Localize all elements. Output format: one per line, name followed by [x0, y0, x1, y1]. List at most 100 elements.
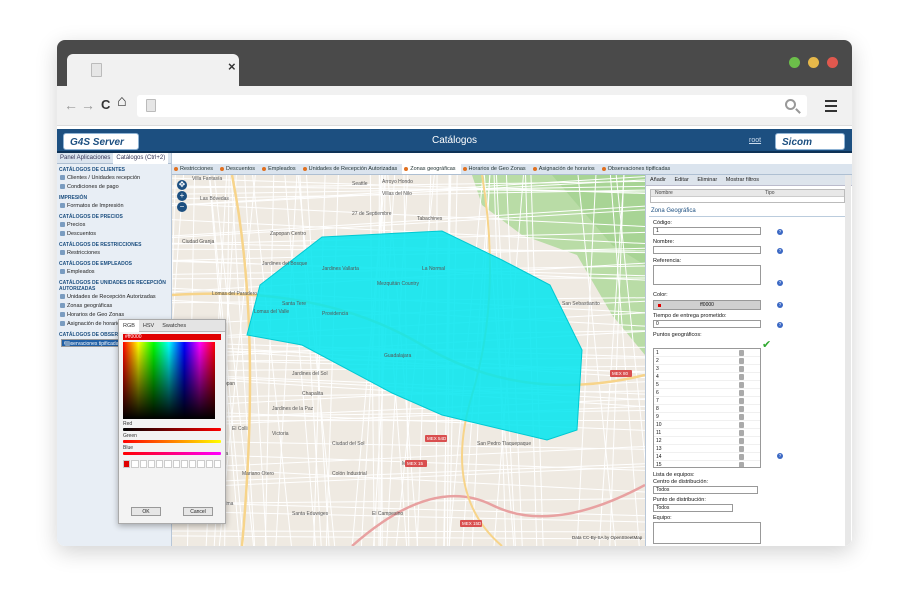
check-icon[interactable]: ✔ — [762, 338, 771, 351]
main-tab[interactable]: Descuentos — [218, 164, 260, 174]
main-tab[interactable]: Zonas geográficas — [402, 164, 461, 174]
map-attribution[interactable]: Data CC-By-SA by OpenStreetMap — [572, 535, 642, 540]
help-icon[interactable]: ? — [777, 322, 783, 328]
main-tab[interactable]: Restricciones — [172, 164, 218, 174]
sidebar-item[interactable]: Zonas geográficas — [57, 302, 171, 311]
main-tab[interactable]: Empleados — [260, 164, 301, 174]
referencia-input[interactable] — [653, 265, 761, 285]
show-filters-button[interactable]: Mostrar filtros — [726, 177, 759, 183]
map-label: Colón Industrial — [332, 471, 367, 477]
browser-toolbar: ← → C ⌂ — [57, 86, 852, 126]
red-slider[interactable] — [123, 428, 221, 431]
punto-select[interactable]: Todos — [653, 504, 733, 512]
sidebar-item[interactable]: Observaciones tipificadas — [61, 339, 124, 347]
panel-scrollbar[interactable] — [845, 175, 851, 546]
tiempo-label: Tiempo de entrega prometido: — [653, 313, 727, 319]
color-square[interactable] — [123, 342, 215, 419]
cancel-button[interactable]: Cancel — [183, 507, 213, 516]
blue-slider[interactable] — [123, 452, 221, 455]
main-tab[interactable]: Horarios de Geo Zonas — [461, 164, 531, 174]
tab-rgb[interactable]: RGB — [119, 320, 139, 332]
point-row[interactable]: 5 — [654, 381, 760, 389]
codigo-input[interactable]: 1 — [653, 227, 761, 235]
browser-tab[interactable]: × — [67, 54, 239, 86]
color-button[interactable]: ff0000 — [653, 300, 761, 310]
zones-grid[interactable]: Nombre Tipo — [650, 189, 845, 203]
point-row[interactable]: 4 — [654, 373, 760, 381]
close-tab-icon[interactable]: × — [228, 59, 236, 74]
back-icon[interactable]: ← — [64, 97, 78, 113]
reload-icon[interactable]: C — [101, 97, 110, 112]
address-bar[interactable] — [137, 95, 807, 117]
map-canvas[interactable]: ZapopanLomas del ValleGuadalajaraSan Ped… — [172, 175, 645, 546]
pan-icon[interactable]: ✥ — [177, 180, 187, 190]
point-row[interactable]: 6 — [654, 389, 760, 397]
main-tab[interactable]: Observaciones tipificadas — [600, 164, 676, 174]
main-tab[interactable]: Asignación de horarios — [531, 164, 600, 174]
point-row[interactable]: 9 — [654, 413, 760, 421]
hex-field[interactable]: #ff0000 — [123, 334, 221, 340]
swatch-row[interactable] — [123, 460, 221, 468]
menu-icon[interactable] — [825, 100, 837, 115]
close-dot[interactable] — [827, 57, 838, 68]
equipo-list[interactable] — [653, 522, 761, 544]
map-label: Santa Tere — [282, 301, 306, 307]
zoom-in-icon[interactable]: + — [177, 191, 187, 201]
sidebar-item[interactable]: Empleados — [57, 268, 171, 277]
help-icon[interactable]: ? — [777, 453, 783, 459]
section-title: IMPRESIÓN — [59, 195, 88, 201]
nombre-input[interactable] — [653, 246, 761, 254]
map-label: El Colli — [232, 426, 248, 432]
centro-select[interactable]: Todos — [653, 486, 758, 494]
section-title: CATÁLOGOS DE EMPLEADOS — [59, 261, 132, 267]
edit-button[interactable]: Editar — [674, 177, 688, 183]
point-row[interactable]: 13 — [654, 445, 760, 453]
ok-button[interactable]: OK — [131, 507, 161, 516]
tab-hsv[interactable]: HSV — [139, 320, 158, 332]
point-row[interactable]: 12 — [654, 437, 760, 445]
col-tipo[interactable]: Tipo — [761, 190, 775, 196]
points-list[interactable]: 1 2 3 4 5 6 7 8 9 10 11 12 13 14 15 — [653, 348, 761, 468]
tab-catalogos[interactable]: Catálogos (Ctrl+2) — [113, 153, 169, 164]
point-row[interactable]: 11 — [654, 429, 760, 437]
point-row[interactable]: 8 — [654, 405, 760, 413]
main-tab[interactable]: Unidades de Recepción Autorizadas — [301, 164, 403, 174]
maximize-dot[interactable] — [808, 57, 819, 68]
help-icon[interactable]: ? — [777, 229, 783, 235]
zoom-out-icon[interactable]: − — [177, 202, 187, 212]
map-label: Zapopan Centro — [270, 231, 306, 237]
tab-panel-aplicaciones[interactable]: Panel Aplicaciones — [57, 153, 113, 164]
tab-swatches[interactable]: Swatches — [158, 320, 190, 332]
user-menu[interactable]: root — [749, 137, 761, 144]
point-row[interactable]: 3 — [654, 365, 760, 373]
point-row[interactable]: 14 — [654, 453, 760, 461]
sidebar-item[interactable]: Restricciones — [57, 249, 171, 258]
sidebar-item[interactable]: Condiciones de pago — [57, 183, 171, 192]
add-button[interactable]: Añadir — [650, 177, 666, 183]
help-icon[interactable]: ? — [777, 280, 783, 286]
sidebar-item[interactable]: Descuentos — [57, 230, 171, 239]
col-nombre[interactable]: Nombre — [651, 190, 761, 196]
point-row[interactable]: 10 — [654, 421, 760, 429]
map-view[interactable]: ZapopanLomas del ValleGuadalajaraSan Ped… — [172, 175, 645, 546]
sidebar-item[interactable]: Clientes / Unidades recepción — [57, 174, 171, 183]
point-row[interactable]: 7 — [654, 397, 760, 405]
sidebar-item[interactable]: Unidades de Recepción Autorizadas — [57, 293, 171, 302]
map-label: Ciudad del Sol — [332, 441, 365, 447]
point-row[interactable]: 15 — [654, 461, 760, 467]
forward-icon[interactable]: → — [81, 97, 95, 113]
delete-button[interactable]: Eliminar — [697, 177, 717, 183]
minimize-dot[interactable] — [789, 57, 800, 68]
green-slider[interactable] — [123, 440, 221, 443]
search-icon[interactable] — [785, 99, 796, 110]
map-nav-control[interactable]: ✥ + − — [175, 179, 189, 213]
sidebar-item[interactable]: Formatos de Impresión — [57, 202, 171, 211]
map-label: Ciudad Granja — [182, 239, 214, 245]
home-icon[interactable]: ⌂ — [117, 93, 127, 111]
tiempo-input[interactable]: 0 — [653, 320, 761, 328]
help-icon[interactable]: ? — [777, 248, 783, 254]
sidebar-item[interactable]: Precios — [57, 221, 171, 230]
help-icon[interactable]: ? — [777, 302, 783, 308]
point-row[interactable]: 1 — [654, 349, 760, 357]
point-row[interactable]: 2 — [654, 357, 760, 365]
